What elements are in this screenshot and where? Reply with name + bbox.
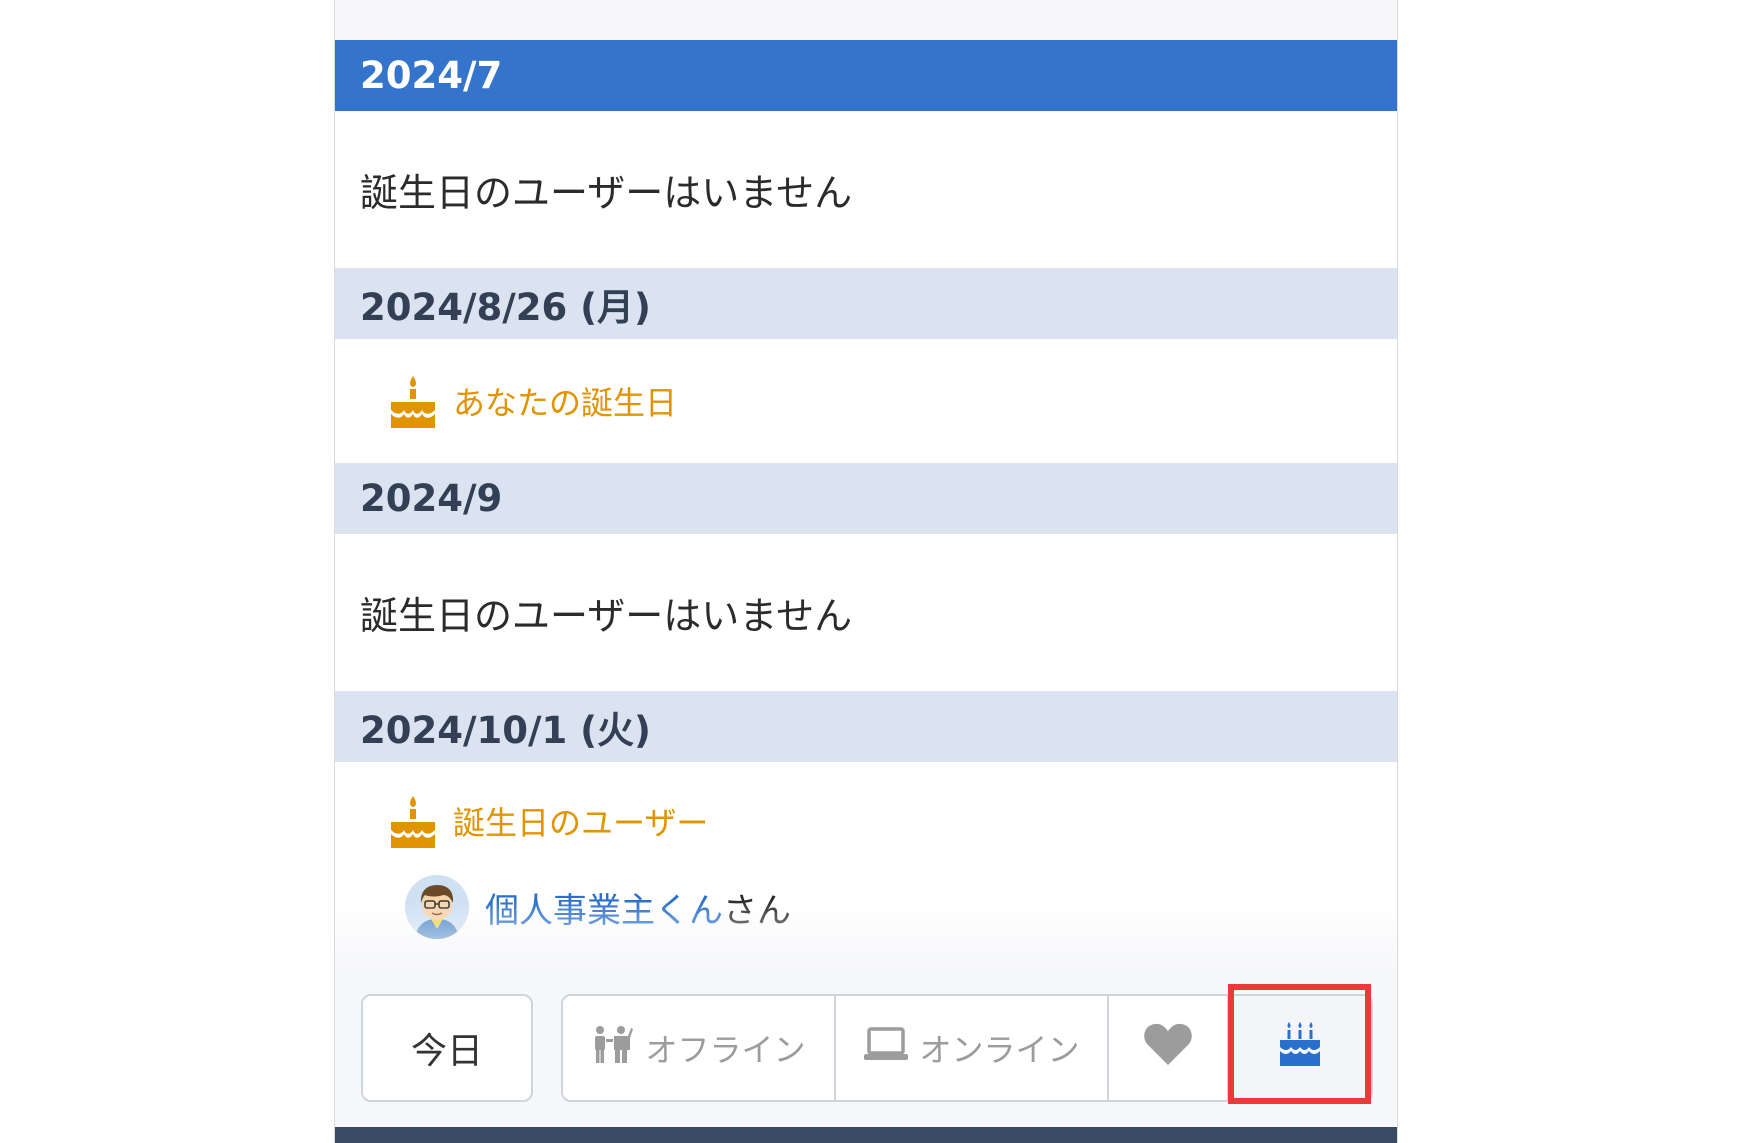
date-header-aug26: 2024/8/26 (月) bbox=[335, 268, 1397, 339]
cake-icon bbox=[387, 372, 439, 430]
month-header-sep: 2024/9 bbox=[335, 463, 1397, 534]
offline-filter-label: オフライン bbox=[645, 1031, 806, 1069]
bottom-bar bbox=[335, 1127, 1397, 1143]
heart-icon bbox=[1143, 1022, 1193, 1074]
birthday-users-heading-label: 誕生日のユーザー bbox=[453, 804, 709, 842]
birthday-users-oct1: 誕生日のユーザー 個人事業主くん さん bbox=[335, 762, 1397, 974]
online-filter-button[interactable]: オンライン bbox=[836, 996, 1109, 1100]
favorite-filter-button[interactable] bbox=[1109, 996, 1229, 1100]
today-button[interactable]: 今日 bbox=[361, 994, 533, 1102]
my-birthday-row: あなたの誕生日 bbox=[335, 339, 1397, 463]
birthday-filter-button[interactable] bbox=[1229, 996, 1371, 1100]
birthday-user-link[interactable]: 個人事業主くん bbox=[485, 883, 723, 932]
bottom-toolbar: 今日 オフライン オンライン bbox=[335, 974, 1397, 1127]
top-strip bbox=[335, 0, 1397, 40]
birthday-users-heading: 誕生日のユーザー bbox=[335, 790, 1397, 852]
my-birthday-label: あなたの誕生日 bbox=[453, 384, 678, 422]
cake-icon bbox=[387, 792, 439, 850]
empty-message-sep: 誕生日のユーザーはいません bbox=[360, 594, 853, 638]
offline-filter-button[interactable]: オフライン bbox=[563, 996, 836, 1100]
birthday-user-row: 個人事業主くん さん bbox=[335, 874, 1397, 940]
month-header-july: 2024/7 bbox=[335, 40, 1397, 111]
avatar[interactable] bbox=[405, 875, 469, 939]
user-honorific: さん bbox=[723, 890, 791, 931]
empty-message-july: 誕生日のユーザーはいません bbox=[360, 171, 853, 215]
laptop-icon bbox=[863, 1026, 919, 1070]
online-filter-label: オンライン bbox=[919, 1031, 1080, 1069]
birthday-calendar-panel: 2024/7 誕生日のユーザーはいません 2024/8/26 (月) あなたの誕… bbox=[334, 0, 1398, 1143]
filter-segmented-control: オフライン オンライン bbox=[561, 994, 1373, 1102]
date-header-oct1: 2024/10/1 (火) bbox=[335, 691, 1397, 762]
people-icon bbox=[591, 1024, 645, 1072]
birthday-cake-icon bbox=[1278, 1020, 1322, 1076]
